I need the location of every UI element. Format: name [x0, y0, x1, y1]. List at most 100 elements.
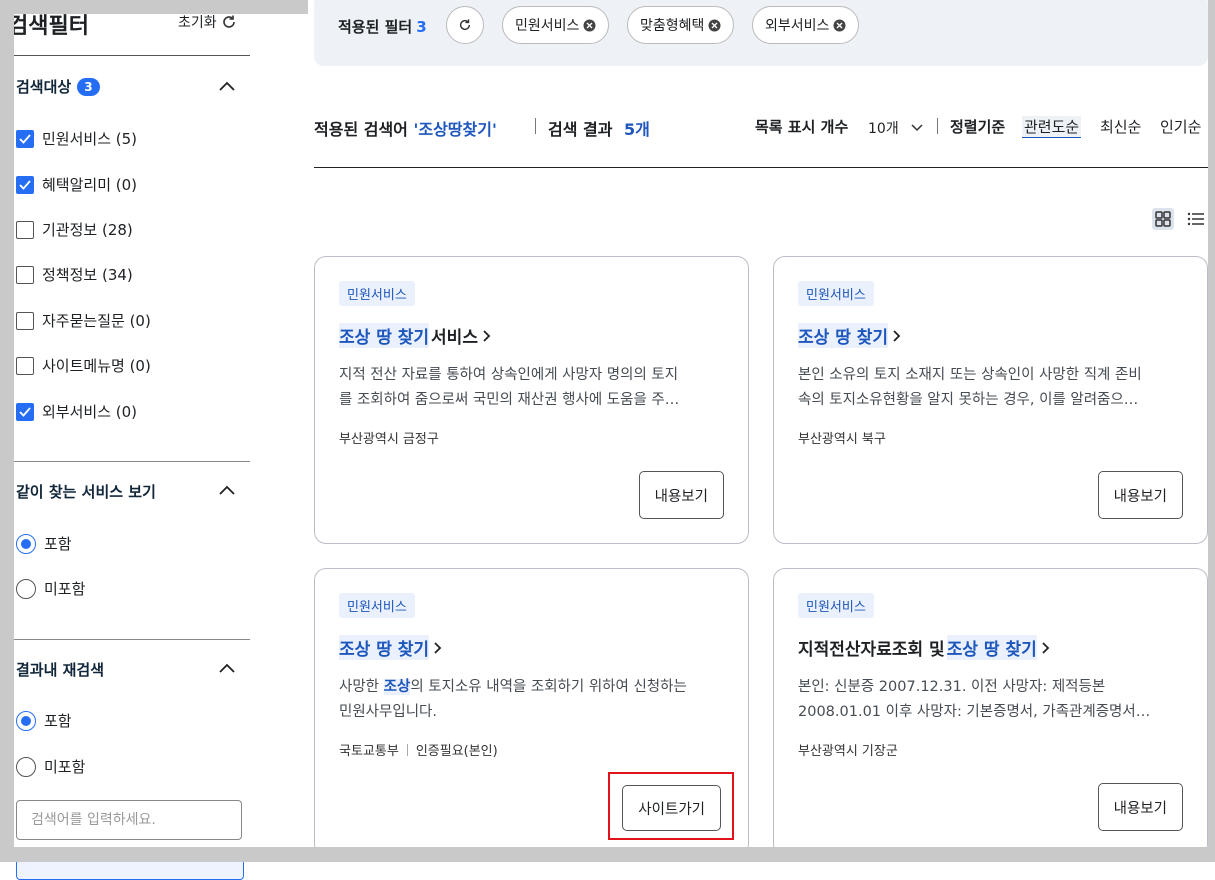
radio-related-exclude[interactable]: 미포함 — [16, 578, 85, 599]
checkbox-minwon[interactable]: 민원서비스 (5) — [16, 128, 137, 149]
card-description: 사망한 조상의 토지소유 내역을 조회하기 위하여 신청하는 민원사무입니다. — [339, 675, 719, 725]
category-tag: 민원서비스 — [339, 281, 415, 306]
divider — [314, 167, 1208, 168]
radio-selected-icon[interactable] — [16, 710, 36, 731]
filter-chip-minwon[interactable]: 민원서비스 — [502, 6, 610, 44]
card-meta: 국토교통부 인증필요(본인) — [339, 740, 498, 759]
section-title-related-services[interactable]: 같이 찾는 서비스 보기 — [16, 481, 156, 502]
view-details-button[interactable]: 내용보기 — [638, 471, 724, 519]
section-label: 검색대상 — [16, 78, 72, 96]
card-title-link[interactable]: 조상 땅 찾기 — [798, 323, 904, 348]
per-page-select[interactable]: 10개 — [868, 118, 923, 138]
applied-query: 적용된 검색어 '조상땅찾기' — [314, 116, 497, 140]
divider — [8, 55, 250, 56]
applied-filter-count: 3 — [416, 18, 427, 36]
view-details-button[interactable]: 내용보기 — [1097, 471, 1183, 519]
chip-label: 외부서비스 — [765, 18, 830, 34]
frame-border — [0, 0, 14, 862]
per-page-value: 10개 — [868, 121, 899, 137]
radio-unselected-icon[interactable] — [16, 578, 36, 599]
checkbox-unchecked-icon[interactable] — [16, 356, 34, 375]
chevron-up-icon[interactable] — [218, 80, 236, 92]
card-meta: 부산광역시 기장군 — [798, 740, 898, 759]
chevron-right-icon — [890, 329, 904, 343]
close-icon[interactable] — [583, 19, 596, 32]
divider — [8, 461, 250, 462]
checkbox-unchecked-icon[interactable] — [16, 265, 34, 284]
category-tag: 민원서비스 — [798, 281, 874, 306]
checkbox-faq[interactable]: 자주묻는질문 (0) — [16, 310, 151, 331]
result-card: 민원서비스 조상 땅 찾기 본인 소유의 토지 소재지 또는 상속인이 사망한 … — [773, 256, 1208, 544]
agency-name: 국토교통부 — [339, 744, 399, 759]
checkbox-label: 기관정보 (28) — [42, 221, 133, 239]
radio-unselected-icon[interactable] — [16, 756, 36, 777]
sort-latest[interactable]: 최신순 — [1100, 116, 1141, 137]
frame-border — [14, 0, 308, 14]
checkbox-checked-icon[interactable] — [16, 402, 34, 421]
sort-relevance[interactable]: 관련도순 — [1022, 116, 1082, 138]
grid-view-button[interactable] — [1152, 208, 1174, 230]
reset-button[interactable]: 초기화 — [178, 12, 237, 32]
per-page-label: 목록 표시 개수 — [755, 118, 849, 136]
result-card: 민원서비스 지적전산자료조회 및 조상 땅 찾기 본인: 신분증 2007.12… — [773, 568, 1208, 856]
radio-label: 미포함 — [44, 580, 86, 598]
radio-related-include[interactable]: 포함 — [16, 533, 72, 554]
close-icon[interactable] — [708, 19, 721, 32]
radio-selected-icon[interactable] — [16, 533, 36, 554]
section-title-research[interactable]: 결과내 재검색 — [16, 659, 104, 680]
agency-name: 부산광역시 북구 — [798, 432, 886, 447]
checkbox-unchecked-icon[interactable] — [16, 220, 34, 239]
chevron-right-icon — [431, 641, 445, 655]
research-search-input[interactable] — [16, 800, 242, 840]
radio-research-exclude[interactable]: 미포함 — [16, 756, 85, 777]
checkbox-policy[interactable]: 정책정보 (34) — [16, 264, 133, 285]
result-label: 검색 결과 — [548, 120, 613, 139]
checkbox-external[interactable]: 외부서비스 (0) — [16, 401, 137, 422]
description-text: 의 토지소유 내역을 조회하기 위하여 신청하는 — [410, 679, 687, 695]
section-label: 결과내 재검색 — [16, 661, 105, 679]
list-view-button[interactable] — [1185, 208, 1207, 230]
count-badge: 3 — [77, 77, 100, 96]
sort-popular[interactable]: 인기순 — [1160, 116, 1208, 137]
filter-chip-benefit[interactable]: 맞춤형혜택 — [627, 6, 735, 44]
description-line: 2008.01.01 이후 사망자: 기본증명서, 가족관계증명서… — [798, 704, 1151, 720]
view-details-button[interactable]: 내용보기 — [1097, 783, 1183, 831]
chevron-right-icon — [480, 329, 494, 343]
checkbox-benefit[interactable]: 혜택알리미 (0) — [16, 174, 137, 195]
checkbox-site-menu[interactable]: 사이트메뉴명 (0) — [16, 355, 151, 376]
category-tag: 민원서비스 — [339, 593, 415, 618]
checkbox-unchecked-icon[interactable] — [16, 311, 34, 330]
radio-research-include[interactable]: 포함 — [16, 710, 72, 731]
section-title-search-target[interactable]: 검색대상 3 — [16, 76, 100, 97]
description-line: 속의 토지소유현황을 알지 못하는 경우, 이를 알려줌으… — [798, 392, 1139, 408]
chevron-up-icon[interactable] — [218, 662, 236, 674]
checkbox-agency[interactable]: 기관정보 (28) — [16, 219, 133, 240]
checkbox-label: 자주묻는질문 (0) — [42, 312, 151, 330]
description-line: 사망한 조상의 토지소유 내역을 조회하기 위하여 신청하는 — [339, 675, 719, 700]
sort-label: 정렬기준 — [950, 118, 1006, 136]
result-count: 검색 결과 5개 — [548, 116, 650, 140]
description-line: 지적 전산 자료를 통하여 상속인에게 사망자 명의의 토지 — [339, 367, 679, 383]
chip-label: 민원서비스 — [515, 18, 580, 34]
divider — [535, 118, 536, 134]
card-title-link[interactable]: 조상 땅 찾기 — [339, 635, 445, 660]
chevron-up-icon[interactable] — [218, 484, 236, 496]
refresh-icon — [458, 18, 472, 32]
close-icon[interactable] — [833, 19, 846, 32]
divider — [406, 743, 408, 756]
card-description: 본인: 신분증 2007.12.31. 이전 사망자: 제적등본 2008.01… — [798, 675, 1178, 725]
agency-name: 부산광역시 금정구 — [339, 432, 439, 447]
card-description: 본인 소유의 토지 소재지 또는 상속인이 사망한 직계 존비 속의 토지소유현… — [798, 363, 1178, 413]
divider — [937, 118, 938, 134]
refresh-icon — [221, 14, 237, 30]
card-title-link[interactable]: 지적전산자료조회 및 조상 땅 찾기 — [798, 635, 1053, 660]
description-text: 사망한 — [339, 679, 384, 695]
card-title-link[interactable]: 조상 땅 찾기 서비스 — [339, 323, 494, 348]
filter-chip-external[interactable]: 외부서비스 — [752, 6, 860, 44]
section-label: 같이 찾는 서비스 보기 — [16, 483, 156, 501]
applied-filter-label: 적용된 필터 3 — [338, 16, 427, 37]
filter-reset-button[interactable] — [446, 6, 484, 44]
checkbox-checked-icon[interactable] — [16, 175, 34, 194]
applied-filter-bar: 적용된 필터 3 민원서비스 맞춤형혜택 외부서비스 — [314, 0, 1208, 66]
checkbox-checked-icon[interactable] — [16, 129, 34, 148]
